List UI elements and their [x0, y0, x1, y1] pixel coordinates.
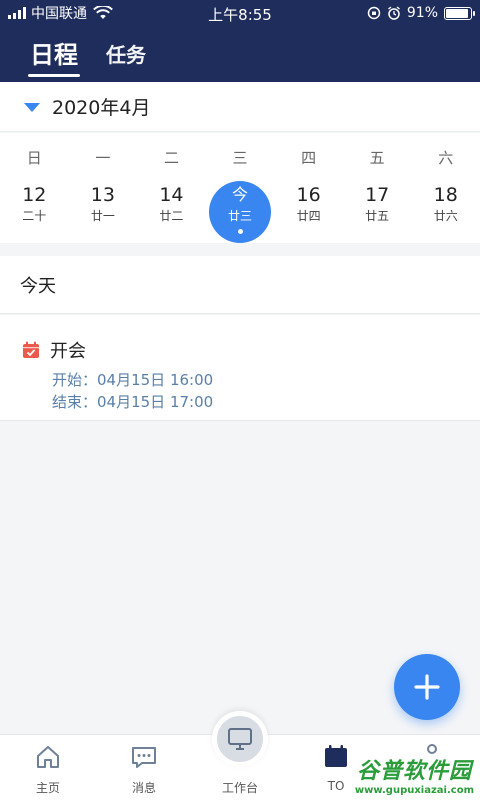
event-dot	[237, 229, 243, 234]
home-icon	[37, 746, 59, 768]
battery-fill	[446, 8, 468, 18]
watermark: 谷普软件园 www.gupuxiazai.com	[355, 753, 474, 796]
header-tabs: 日程 任务	[0, 26, 480, 82]
caret-down-icon	[24, 103, 40, 112]
watermark-url: www.gupuxiazai.com	[354, 785, 474, 796]
calendar-day[interactable]: 16 廿四	[274, 181, 343, 243]
event-start-time: 开始：04月15日 16:00	[52, 371, 214, 389]
calendar-day[interactable]: 12 二十	[0, 181, 69, 243]
monitor-icon	[228, 728, 252, 750]
lunar-date: 廿六	[433, 209, 458, 223]
calendar-day[interactable]: 14 廿二	[137, 181, 206, 243]
carrier-name: 中国联通	[31, 6, 87, 22]
lunar-date: 廿二	[159, 209, 184, 223]
day-number: 13	[90, 184, 115, 206]
month-label: 2020年4月	[52, 97, 151, 119]
date-row: 12 二十 13 廿一 14 廿二 今 廿三 16 廿四 17 廿五 18 廿六	[0, 181, 480, 243]
month-selector[interactable]: 2020年4月	[0, 82, 480, 132]
status-bar: 中国联通 上午8:55 91%	[0, 0, 480, 26]
lunar-date: 廿三	[228, 209, 253, 223]
weekday-label: 日	[26, 148, 42, 167]
day-number: 今	[232, 185, 249, 204]
event-end-time: 结束：04月15日 17:00	[52, 393, 214, 411]
battery-percent: 91%	[406, 5, 438, 21]
calendar-day[interactable]: 17 廿五	[343, 181, 412, 243]
lunar-date: 廿一	[90, 209, 115, 223]
rotation-lock-icon	[367, 6, 381, 20]
alarm-icon	[387, 6, 400, 20]
watermark-title: 谷普软件园	[356, 759, 472, 784]
nav-home[interactable]: 主页	[0, 735, 96, 800]
tab-schedule[interactable]: 日程	[28, 35, 80, 82]
event-title: 开会	[50, 341, 86, 362]
app-header: 中国联通 上午8:55 91% 日程 任务	[0, 0, 480, 82]
lunar-date: 廿四	[296, 209, 321, 223]
tab-tasks[interactable]: 任务	[106, 39, 146, 82]
wifi-icon	[93, 6, 113, 19]
event-item[interactable]: 开会 开始：04月15日 16:00 结束：04月15日 17:00	[0, 315, 480, 421]
lunar-date: 廿五	[365, 209, 390, 223]
calendar-day-today[interactable]: 今 廿三	[206, 181, 275, 243]
lunar-date: 二十	[22, 209, 47, 223]
weekday-label: 四	[301, 148, 317, 167]
calendar-day[interactable]: 13 廿一	[69, 181, 138, 243]
weekday-label: 三	[232, 148, 248, 167]
battery-icon	[444, 6, 475, 20]
weekday-label: 二	[163, 148, 179, 167]
day-number: 17	[365, 184, 390, 206]
add-event-button[interactable]	[394, 654, 460, 720]
nav-label: TO	[327, 779, 345, 793]
weekday-label: 一	[95, 148, 111, 167]
message-icon	[132, 747, 156, 768]
nav-messages[interactable]: 消息	[96, 735, 192, 800]
nav-label: 工作台	[221, 781, 258, 795]
calendar-day[interactable]: 18 廿六	[411, 181, 480, 243]
nav-label: 主页	[35, 781, 60, 795]
today-section-header: 今天	[0, 256, 480, 314]
day-number: 14	[159, 184, 184, 206]
weekday-label: 六	[438, 148, 454, 167]
plus-icon	[414, 674, 440, 700]
workbench-circle	[212, 711, 268, 767]
signal-icon	[8, 7, 26, 19]
weekday-label: 五	[369, 148, 385, 167]
day-number: 12	[22, 184, 47, 206]
day-number: 16	[296, 184, 321, 206]
day-number: 18	[433, 184, 458, 206]
week-calendar: 日 一 二 三 四 五 六 12 二十 13 廿一 14 廿二 今 廿三 16 …	[0, 133, 480, 243]
nav-workbench[interactable]: 工作台	[192, 711, 288, 800]
calendar-icon	[325, 745, 347, 767]
calendar-check-icon	[23, 341, 39, 358]
weekday-header: 日 一 二 三 四 五 六	[0, 133, 480, 181]
nav-label: 消息	[131, 781, 156, 795]
